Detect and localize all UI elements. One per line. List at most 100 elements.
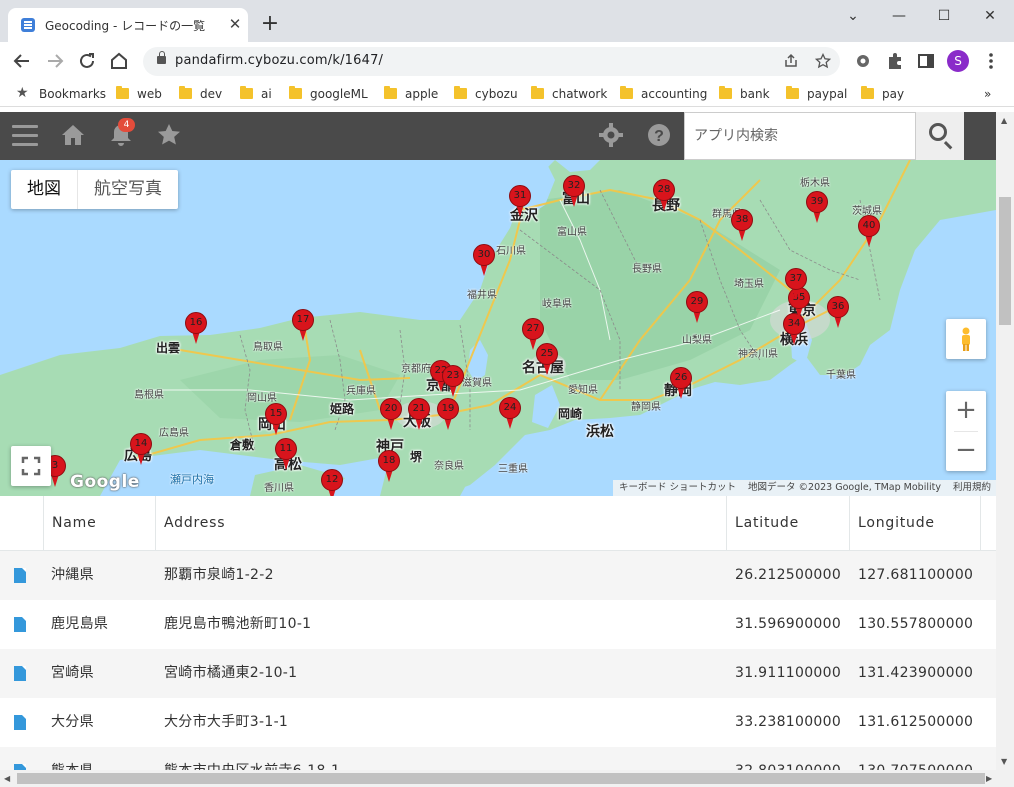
record-detail-icon[interactable] <box>14 617 26 632</box>
new-tab-button[interactable]: + <box>259 13 281 35</box>
table-row[interactable]: 沖縄県 那覇市泉崎1-2-2 26.212500000 127.681100000 <box>0 551 996 600</box>
column-header-address[interactable]: Address <box>155 496 727 551</box>
map-marker[interactable]: 23 <box>442 365 464 399</box>
map-marker[interactable]: 39 <box>806 191 828 225</box>
record-detail-icon[interactable] <box>14 568 26 583</box>
scroll-down-arrow-icon[interactable]: ▼ <box>1001 757 1007 766</box>
address-bar[interactable]: pandafirm.cybozu.com/k/1647/ <box>143 47 840 76</box>
bookmark-folder-ai[interactable]: ai <box>240 85 272 103</box>
forward-arrow-icon[interactable] <box>44 50 66 72</box>
map-marker[interactable]: 24 <box>499 397 521 431</box>
map-marker[interactable]: 16 <box>185 312 207 346</box>
back-arrow-icon[interactable] <box>11 50 33 72</box>
map-marker[interactable]: 21 <box>408 398 430 432</box>
map-view[interactable]: 金沢 富山 長野 出雲 京都 名古屋 大阪 神戸 姫路 岡山 高松 倉敷 広島 … <box>0 160 996 496</box>
map-marker[interactable]: 36 <box>827 296 849 330</box>
scroll-left-arrow-icon[interactable]: ◀ <box>4 774 10 783</box>
tab-close-icon[interactable]: ✕ <box>226 15 244 33</box>
settings-gear-icon[interactable] <box>598 122 624 154</box>
map-type-roadmap-button[interactable]: 地図 <box>11 170 77 209</box>
table-row[interactable]: 大分県 大分市大手町3-1-1 33.238100000 131.612500000 <box>0 698 996 747</box>
map-marker[interactable]: 12 <box>321 469 343 496</box>
tab-search-dropdown-icon[interactable]: ⌄ <box>836 5 870 27</box>
map-marker[interactable]: 28 <box>653 179 675 213</box>
bookmark-folder-paypal[interactable]: paypal <box>786 85 847 103</box>
horizontal-scrollbar[interactable]: ◀ ▶ <box>0 770 1014 787</box>
share-icon[interactable] <box>783 53 799 69</box>
record-detail-icon[interactable] <box>14 666 26 681</box>
map-marker[interactable]: 37 <box>785 268 807 302</box>
map-type-satellite-button[interactable]: 航空写真 <box>77 170 178 209</box>
bookmark-folder-web[interactable]: web <box>116 85 162 103</box>
horizontal-scroll-thumb[interactable] <box>17 773 985 784</box>
table-row[interactable]: 熊本県 熊本市中央区水前寺6-18-1 32.803100000 130.707500… <box>0 747 996 770</box>
extension-gear-icon[interactable] <box>853 51 873 71</box>
home-icon[interactable] <box>108 50 130 72</box>
marker-label: 16 <box>189 317 203 328</box>
close-window-button[interactable]: ✕ <box>973 5 1007 27</box>
reload-icon[interactable] <box>76 50 98 72</box>
map-marker[interactable]: 32 <box>563 175 585 209</box>
table-row[interactable]: 鹿児島県 鹿児島市鴨池新町10-1 31.596900000 130.55780000… <box>0 600 996 649</box>
table-row[interactable]: 宮崎県 宮崎市橘通東2-10-1 31.911100000 131.423900000 <box>0 649 996 698</box>
hamburger-menu-icon[interactable] <box>12 125 38 147</box>
favorites-star-icon[interactable] <box>156 122 182 154</box>
street-view-pegman-icon[interactable] <box>946 319 986 359</box>
help-question-icon[interactable]: ? <box>646 122 672 154</box>
bookmark-folder-accounting[interactable]: accounting <box>620 85 707 103</box>
map-marker[interactable]: 26 <box>670 367 692 401</box>
record-detail-icon[interactable] <box>14 715 26 730</box>
map-marker[interactable]: 14 <box>130 433 152 467</box>
map-marker[interactable]: 11 <box>275 438 297 472</box>
bookmark-bookmarks[interactable]: Bookmarks <box>39 85 106 103</box>
home-icon[interactable] <box>60 122 86 154</box>
bookmark-folder-chatwork[interactable]: chatwork <box>531 85 607 103</box>
minimize-button[interactable]: — <box>882 5 916 27</box>
zoom-out-button[interactable]: − <box>946 431 986 471</box>
map-marker[interactable]: 30 <box>473 244 495 278</box>
map-marker[interactable]: 20 <box>380 398 402 432</box>
bookmark-folder-cybozu[interactable]: cybozu <box>454 85 518 103</box>
map-marker[interactable]: 31 <box>509 185 531 219</box>
bookmark-folder-bank[interactable]: bank <box>719 85 770 103</box>
map-marker[interactable]: 40 <box>858 215 880 249</box>
bookmark-folder-googleml[interactable]: googleML <box>289 85 368 103</box>
map-marker[interactable]: 19 <box>437 398 459 432</box>
browser-menu-icon[interactable] <box>981 51 1001 71</box>
vertical-scrollbar[interactable]: ▲ ▼ <box>996 112 1014 770</box>
map-marker[interactable]: 15 <box>265 403 287 437</box>
browser-tab-active[interactable]: Geocoding - レコードの一覧 ✕ <box>8 8 248 42</box>
url-text[interactable]: pandafirm.cybozu.com/k/1647/ <box>175 53 383 68</box>
column-header-name[interactable]: Name <box>43 496 156 551</box>
column-header-longitude[interactable]: Longitude <box>849 496 981 551</box>
app-search-input[interactable]: アプリ内検索 <box>684 112 916 160</box>
profile-avatar[interactable]: S <box>947 50 969 72</box>
extensions-puzzle-icon[interactable] <box>885 51 905 71</box>
fullscreen-icon[interactable] <box>11 446 51 486</box>
terms-link[interactable]: 利用規約 <box>953 480 991 496</box>
scroll-right-arrow-icon[interactable]: ▶ <box>986 774 992 783</box>
map-marker[interactable]: 27 <box>522 318 544 352</box>
marker-label: 36 <box>831 301 845 312</box>
side-panel-icon[interactable] <box>916 51 936 71</box>
prefecture-label: 香川県 <box>264 483 294 494</box>
keyboard-shortcuts-link[interactable]: キーボード ショートカット <box>619 480 736 496</box>
maximize-button[interactable]: ☐ <box>927 5 961 27</box>
app-search-button[interactable] <box>916 112 964 160</box>
lock-icon[interactable] <box>157 51 166 64</box>
marker-label: 27 <box>526 323 540 334</box>
bookmark-star-icon[interactable] <box>814 52 832 69</box>
bookmarks-overflow-chevron-icon[interactable]: » <box>984 85 991 103</box>
map-marker[interactable]: 29 <box>686 291 708 325</box>
bookmark-folder-dev[interactable]: dev <box>179 85 222 103</box>
map-marker[interactable]: 38 <box>731 209 753 243</box>
zoom-in-button[interactable]: + <box>946 391 986 431</box>
scroll-up-arrow-icon[interactable]: ▲ <box>1001 116 1007 125</box>
map-marker[interactable]: 18 <box>378 450 400 484</box>
cell-lat: 32.803100000 <box>727 747 841 770</box>
column-header-latitude[interactable]: Latitude <box>726 496 850 551</box>
bookmark-folder-apple[interactable]: apple <box>384 85 438 103</box>
vertical-scroll-thumb[interactable] <box>999 197 1011 325</box>
map-marker[interactable]: 17 <box>292 309 314 343</box>
bookmark-folder-pay[interactable]: pay <box>861 85 904 103</box>
